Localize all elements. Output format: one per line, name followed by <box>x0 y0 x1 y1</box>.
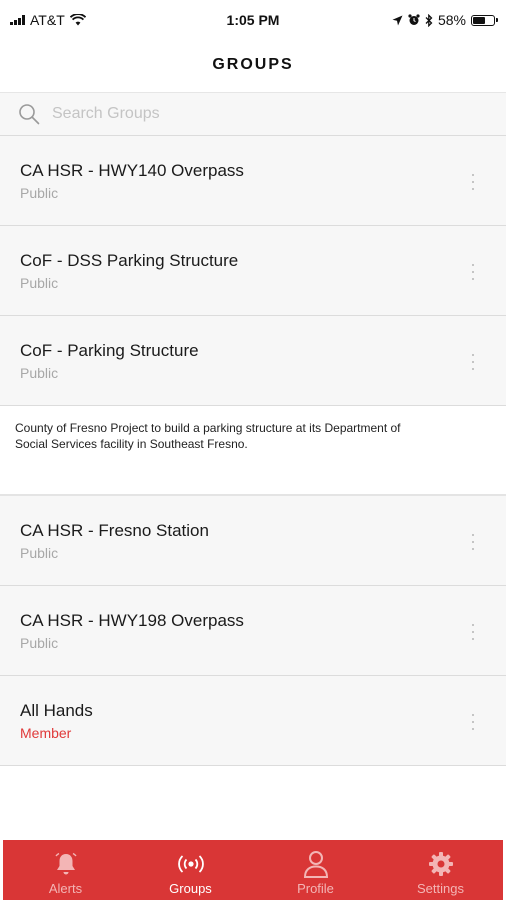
location-arrow-icon <box>392 15 403 25</box>
signal-icon <box>10 15 25 25</box>
status-bar-left: AT&T <box>10 12 86 28</box>
tab-bar: Alerts Groups Profile Settings <box>3 840 503 900</box>
group-row[interactable]: All Hands Member <box>0 676 506 766</box>
more-options-icon[interactable] <box>468 714 478 730</box>
tab-profile[interactable]: Profile <box>253 840 378 900</box>
search-icon <box>19 104 40 125</box>
tab-label: Groups <box>169 881 212 896</box>
group-name: CA HSR - Fresno Station <box>20 521 209 540</box>
status-bar-right: 58% <box>392 12 498 28</box>
group-description-text: County of Fresno Project to build a park… <box>15 421 401 451</box>
tab-settings[interactable]: Settings <box>378 840 503 900</box>
group-row[interactable]: CA HSR - HWY140 Overpass Public <box>0 136 506 226</box>
group-type: Public <box>20 275 59 291</box>
more-options-icon[interactable] <box>468 354 478 370</box>
group-row[interactable]: CA HSR - Fresno Station Public <box>0 496 506 586</box>
group-list: CA HSR - HWY140 Overpass Public CoF - DS… <box>0 136 506 766</box>
tab-label: Profile <box>297 881 334 896</box>
tab-alerts[interactable]: Alerts <box>3 840 128 900</box>
person-icon <box>303 851 328 878</box>
group-row[interactable]: CoF - DSS Parking Structure Public <box>0 226 506 316</box>
group-name: CA HSR - HWY140 Overpass <box>20 161 244 180</box>
carrier-label: AT&T <box>30 12 65 28</box>
search-bar[interactable] <box>0 92 506 136</box>
group-type: Public <box>20 635 59 651</box>
more-options-icon[interactable] <box>468 624 478 640</box>
group-name: All Hands <box>20 701 93 720</box>
group-type: Public <box>20 185 59 201</box>
more-options-icon[interactable] <box>468 264 478 280</box>
gear-icon <box>428 852 453 876</box>
header: GROUPS <box>0 40 506 90</box>
group-type: Public <box>20 545 59 561</box>
group-description: County of Fresno Project to build a park… <box>0 406 506 496</box>
group-type: Member <box>20 725 72 741</box>
status-bar: AT&T 1:05 PM 58% <box>0 0 506 40</box>
tab-label: Alerts <box>48 881 83 896</box>
group-type: Public <box>20 365 59 381</box>
battery-percent: 58% <box>437 12 466 28</box>
wifi-icon <box>69 14 86 26</box>
more-options-icon[interactable] <box>468 534 478 550</box>
group-row[interactable]: CA HSR - HWY198 Overpass Public <box>0 586 506 676</box>
group-name: CoF - Parking Structure <box>20 341 199 360</box>
bell-icon <box>54 852 77 875</box>
search-input[interactable] <box>52 105 472 123</box>
group-name: CoF - DSS Parking Structure <box>20 251 239 270</box>
group-name: CA HSR - HWY198 Overpass <box>20 611 244 630</box>
battery-icon <box>471 14 498 26</box>
bluetooth-icon <box>425 13 433 27</box>
tab-label: Settings <box>417 881 464 896</box>
alarm-icon <box>408 14 420 25</box>
page-title: GROUPS <box>212 56 294 73</box>
group-row[interactable]: CoF - Parking Structure Public <box>0 316 506 406</box>
tab-groups[interactable]: Groups <box>128 840 253 900</box>
broadcast-icon <box>177 855 204 873</box>
more-options-icon[interactable] <box>468 174 478 190</box>
